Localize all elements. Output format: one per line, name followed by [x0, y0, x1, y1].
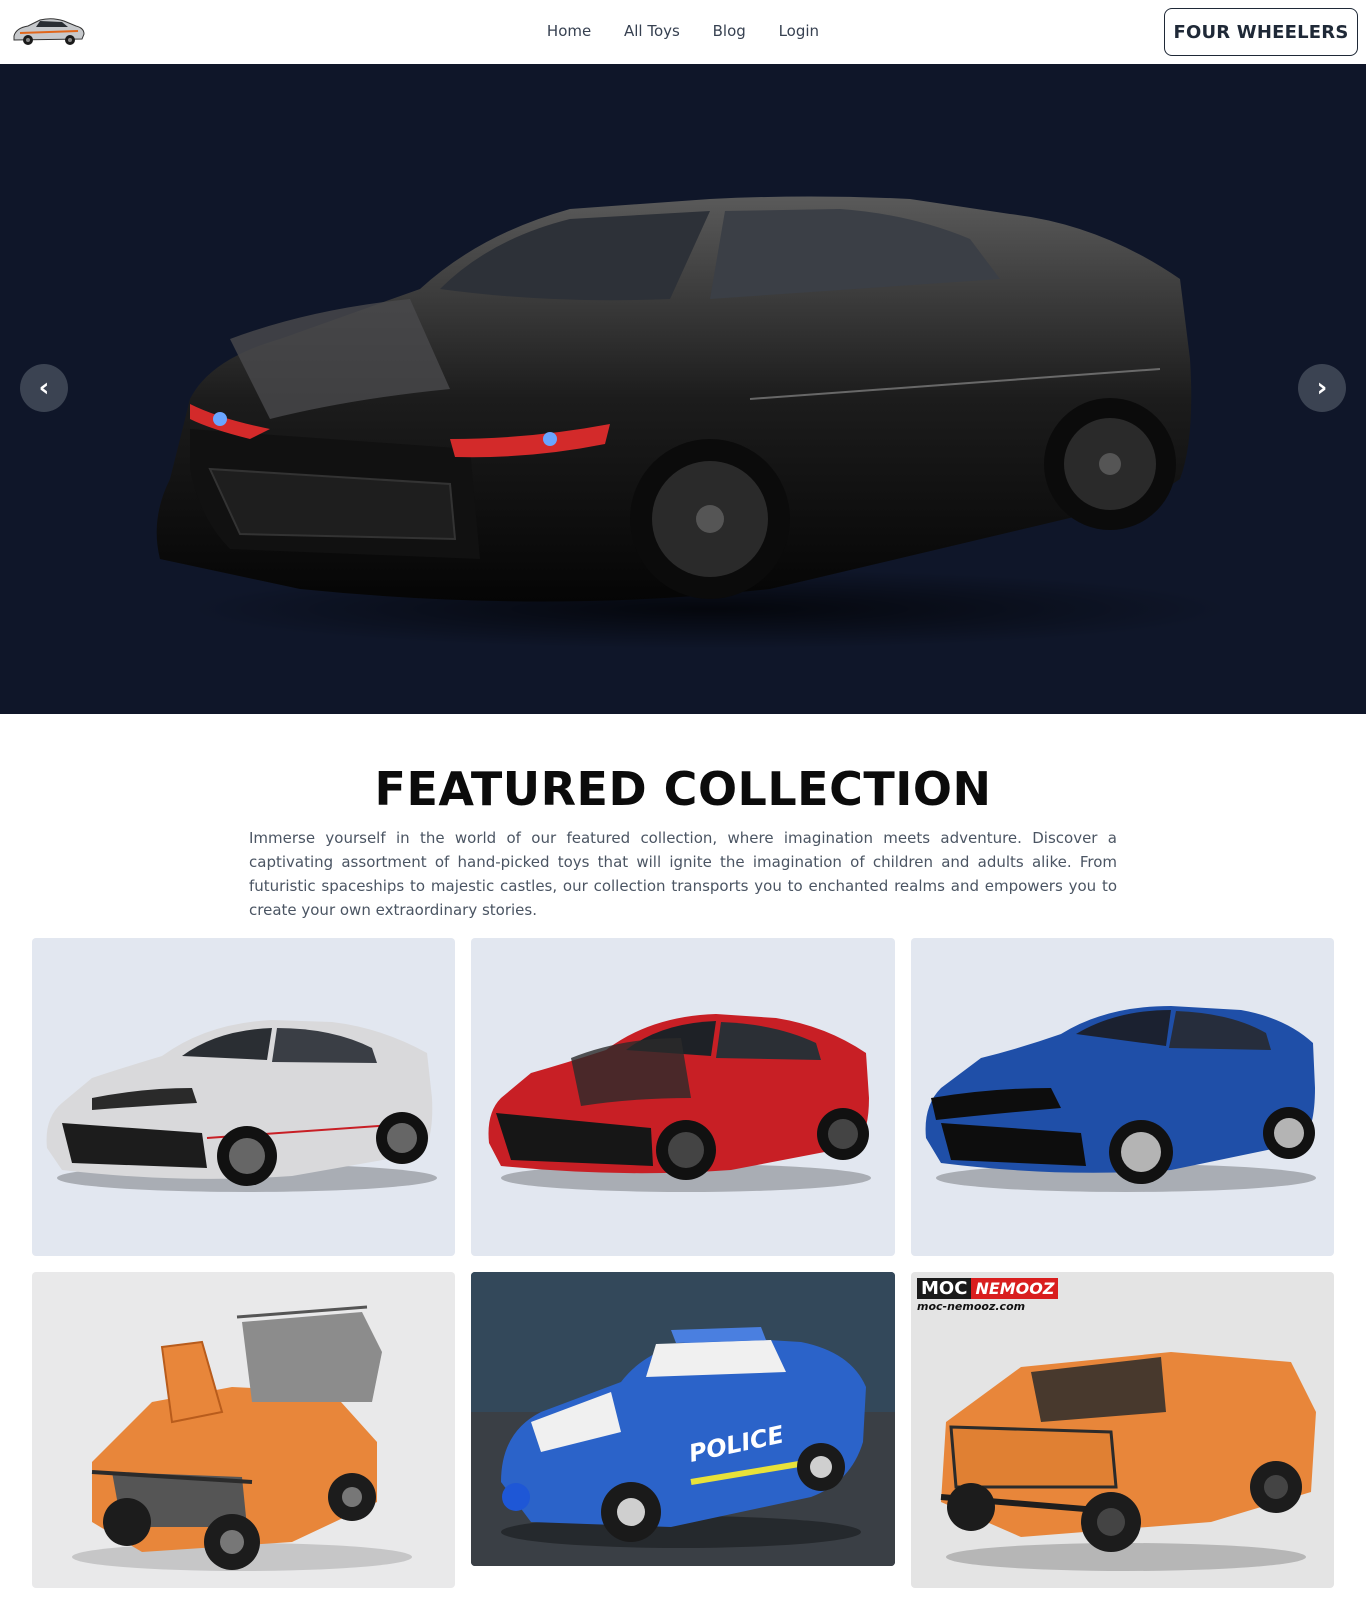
hero-carousel: ‹ ›: [0, 64, 1366, 714]
carousel-prev-button[interactable]: ‹: [20, 364, 68, 412]
hero-car-image: [156, 196, 1220, 649]
moc-url: moc-nemooz.com: [917, 1300, 1026, 1313]
lego-raptor-image: [940, 1352, 1316, 1571]
product-card-white-camaro[interactable]: [32, 938, 455, 1256]
lego-police-car-image: POLICE: [471, 1272, 895, 1566]
navbar: Home All Toys Blog Login FOUR WHEELERS: [0, 0, 1366, 64]
product-card-red-camaro[interactable]: [471, 938, 895, 1256]
product-card-lego-raptor[interactable]: MOC NEMOOZ moc-nemooz.com: [911, 1272, 1334, 1588]
four-wheelers-button[interactable]: FOUR WHEELERS: [1164, 8, 1358, 56]
moc-label: MOC: [917, 1278, 972, 1299]
moc-nemooz-watermark: MOC NEMOOZ moc-nemooz.com: [917, 1278, 1059, 1313]
blue-camaro-image: [925, 1006, 1316, 1192]
nav-login-link[interactable]: Login: [779, 22, 819, 40]
nav-home-link[interactable]: Home: [547, 22, 591, 40]
carousel-next-button[interactable]: ›: [1298, 364, 1346, 412]
product-card-lego-police[interactable]: POLICE: [471, 1272, 895, 1566]
white-camaro-image: [46, 1020, 437, 1192]
nemooz-label: NEMOOZ: [971, 1278, 1059, 1299]
lego-bronco-image: [72, 1305, 412, 1571]
product-card-blue-camaro[interactable]: [911, 938, 1334, 1256]
nav-all-toys-link[interactable]: All Toys: [624, 22, 680, 40]
nav-blog-link[interactable]: Blog: [713, 22, 746, 40]
red-camaro-image: [488, 1014, 871, 1192]
featured-description: Immerse yourself in the world of our fea…: [249, 829, 1117, 919]
nav-links: Home All Toys Blog Login: [0, 22, 1366, 40]
product-card-lego-bronco[interactable]: [32, 1272, 455, 1588]
featured-title: FEATURED COLLECTION: [374, 762, 992, 816]
